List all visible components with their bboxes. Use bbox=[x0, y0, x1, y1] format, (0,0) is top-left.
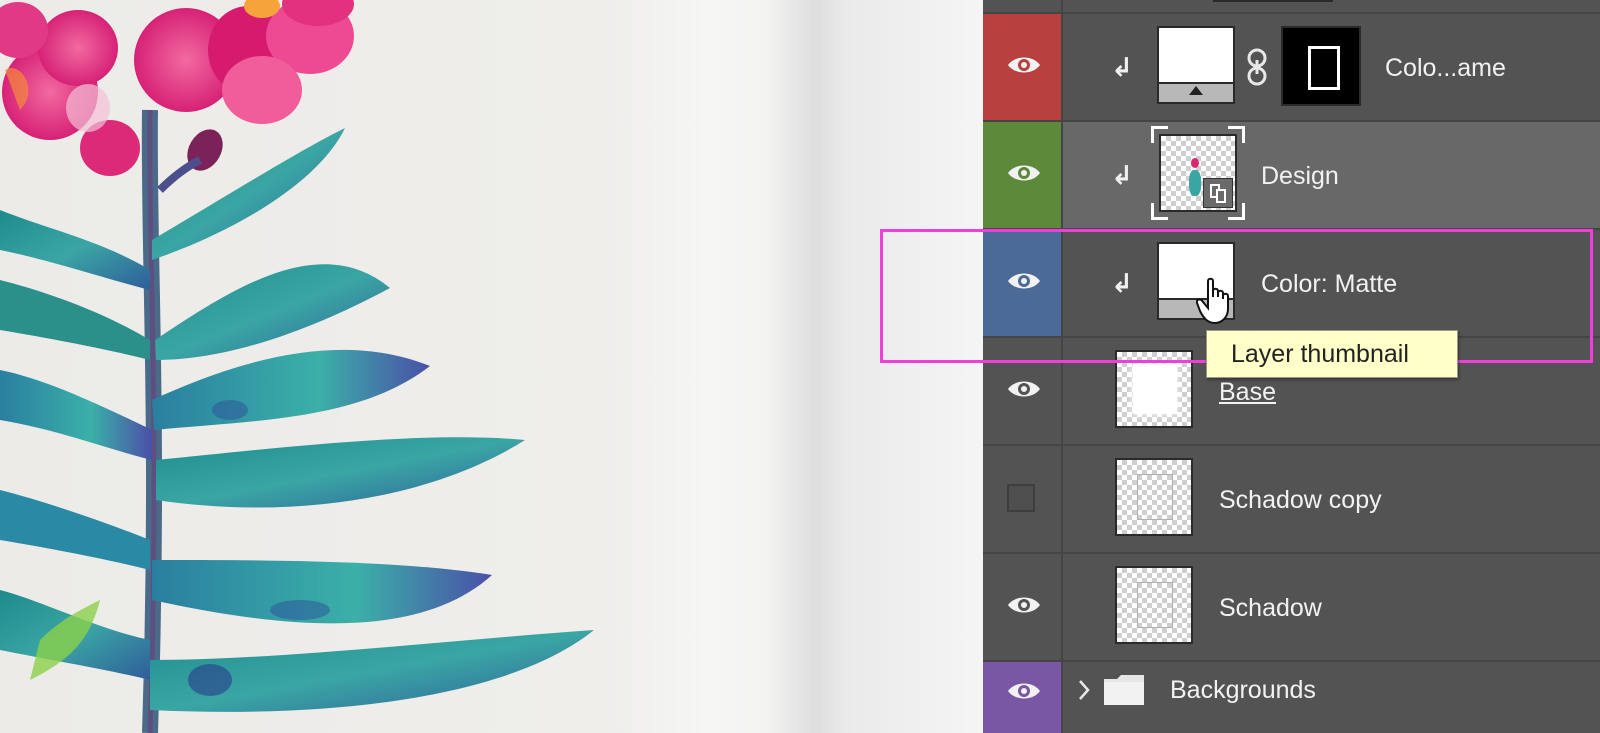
visibility-toggle[interactable] bbox=[983, 554, 1063, 660]
layer-row-body[interactable]: Schadow copy bbox=[1063, 446, 1600, 552]
mask-frame-shape bbox=[1308, 46, 1340, 90]
layer-row-color-matte[interactable]: ↲ Color: Matte bbox=[983, 230, 1600, 338]
visibility-cell[interactable] bbox=[983, 0, 1063, 12]
visibility-toggle[interactable] bbox=[983, 446, 1063, 552]
eye-icon[interactable] bbox=[1007, 594, 1041, 616]
layer-thumbnail[interactable] bbox=[1159, 134, 1237, 212]
layer-name[interactable]: Schadow copy bbox=[1219, 486, 1382, 515]
chevron-right-icon[interactable] bbox=[1077, 678, 1091, 702]
clipping-arrow-icon: ↲ bbox=[1111, 268, 1133, 298]
clipping-arrow-icon: ↲ bbox=[1111, 160, 1133, 190]
layer-row-schadow-copy[interactable]: Schadow copy bbox=[983, 446, 1600, 554]
thumbnail-edge bbox=[1213, 0, 1333, 2]
tooltip: Layer thumbnail bbox=[1206, 330, 1458, 378]
thumb-outline bbox=[1137, 582, 1173, 628]
visibility-toggle[interactable] bbox=[983, 662, 1063, 733]
layer-thumbnail[interactable] bbox=[1115, 350, 1193, 428]
layer-mask-thumbnail[interactable] bbox=[1281, 26, 1361, 106]
layer-name[interactable]: Color: Matte bbox=[1261, 270, 1397, 299]
layer-name[interactable]: Design bbox=[1261, 162, 1339, 191]
thumb-flower bbox=[1191, 158, 1199, 168]
thumb-white-shape bbox=[1133, 364, 1177, 414]
folder-icon bbox=[1104, 675, 1144, 705]
thumb-outline bbox=[1137, 474, 1173, 520]
layer-row-design[interactable]: ↲ Design bbox=[983, 122, 1600, 230]
layer-row-schadow[interactable]: Schadow bbox=[983, 554, 1600, 662]
layer-name[interactable]: Colo...ame bbox=[1385, 54, 1506, 83]
eye-icon[interactable] bbox=[1007, 378, 1041, 400]
layer-thumbnail[interactable] bbox=[1157, 26, 1235, 104]
thumb-leaves bbox=[1189, 170, 1201, 196]
visibility-toggle[interactable] bbox=[983, 122, 1063, 228]
eye-icon[interactable] bbox=[1007, 54, 1041, 76]
layer-name[interactable]: Schadow bbox=[1219, 594, 1322, 623]
clipping-arrow-icon: ↲ bbox=[1111, 52, 1133, 82]
eye-icon[interactable] bbox=[1007, 680, 1041, 702]
smart-object-badge-icon bbox=[1203, 178, 1233, 208]
visibility-toggle[interactable] bbox=[983, 230, 1063, 336]
layer-row-body[interactable]: Schadow bbox=[1063, 554, 1600, 660]
layer-name[interactable]: Base bbox=[1219, 378, 1276, 407]
document-canvas[interactable] bbox=[0, 0, 983, 733]
fill-indicator-triangle bbox=[1189, 86, 1203, 95]
visibility-toggle[interactable] bbox=[983, 338, 1063, 444]
layer-row-color-frame[interactable]: ↲ Colo...ame bbox=[983, 14, 1600, 122]
visibility-toggle[interactable] bbox=[983, 14, 1063, 120]
eye-icon[interactable] bbox=[1007, 162, 1041, 184]
watercolor-artwork bbox=[0, 0, 594, 733]
thumbnail-fill-bar bbox=[1159, 82, 1233, 102]
layer-group-backgrounds[interactable]: Backgrounds bbox=[983, 662, 1600, 733]
layer-row-body[interactable] bbox=[1063, 0, 1600, 12]
hand-pointer-cursor-icon bbox=[1196, 277, 1229, 325]
chain-link-icon[interactable] bbox=[1245, 48, 1269, 86]
eye-icon[interactable] bbox=[1007, 270, 1041, 292]
layer-row-body[interactable]: ↲ Colo...ame bbox=[1063, 14, 1600, 120]
layer-row-body[interactable]: ↲ Design bbox=[1063, 122, 1600, 228]
layer-row-partial[interactable] bbox=[983, 0, 1600, 14]
layer-thumbnail[interactable] bbox=[1115, 458, 1193, 536]
hidden-visibility-box[interactable] bbox=[1007, 484, 1035, 512]
layer-row-body[interactable]: ↲ Color: Matte bbox=[1063, 230, 1600, 336]
layer-name[interactable]: Backgrounds bbox=[1170, 676, 1316, 705]
layer-row-body[interactable]: Backgrounds bbox=[1063, 662, 1600, 733]
layer-thumbnail[interactable] bbox=[1115, 566, 1193, 644]
